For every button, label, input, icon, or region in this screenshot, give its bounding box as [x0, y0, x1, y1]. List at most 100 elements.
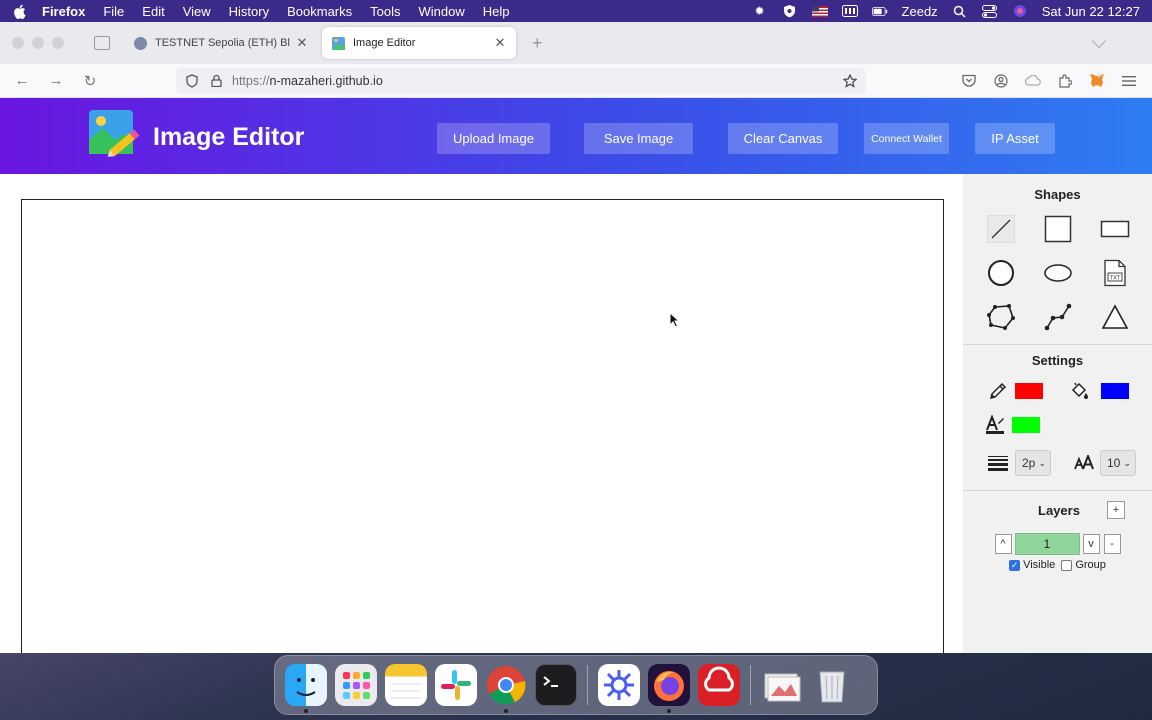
rectangle-tool-icon[interactable] — [1100, 214, 1130, 244]
apple-menu-icon[interactable] — [12, 4, 26, 19]
dock-trash-icon[interactable] — [811, 664, 853, 706]
polyline-tool-icon[interactable] — [1043, 302, 1073, 332]
polygon-tool-icon[interactable] — [986, 302, 1016, 332]
image-editor-favicon-icon — [332, 36, 345, 50]
new-tab-icon[interactable]: + — [532, 33, 543, 54]
menu-bookmarks[interactable]: Bookmarks — [287, 4, 352, 19]
text-color-swatch[interactable] — [1012, 417, 1040, 433]
vpn-icon[interactable] — [782, 4, 798, 18]
square-tool-icon[interactable] — [1043, 214, 1073, 244]
menu-window[interactable]: Window — [419, 4, 465, 19]
siri-icon[interactable] — [1012, 4, 1028, 18]
brightness-icon[interactable]: ✹ — [752, 4, 768, 18]
menu-history[interactable]: History — [229, 4, 269, 19]
color-row — [963, 374, 1152, 408]
dock-notes-icon[interactable] — [385, 664, 427, 706]
save-image-button[interactable]: Save Image — [584, 123, 693, 154]
ip-asset-button[interactable]: IP Asset — [975, 123, 1055, 154]
app-title: Image Editor — [153, 123, 305, 151]
menu-help[interactable]: Help — [483, 4, 510, 19]
clear-canvas-button[interactable]: Clear Canvas — [728, 123, 838, 154]
settings-title: Settings — [1031, 353, 1084, 368]
remove-layer-button[interactable]: - — [1103, 534, 1121, 554]
text-tool-icon[interactable]: TXT — [1100, 258, 1130, 288]
dock-firefox-icon[interactable] — [648, 664, 690, 713]
line-width-select[interactable]: 2p ⌄ — [1015, 450, 1051, 476]
upload-image-button[interactable]: Upload Image — [437, 123, 550, 154]
dock-slack-icon[interactable] — [435, 664, 477, 706]
sidebar-divider — [963, 344, 1152, 345]
menu-view[interactable]: View — [183, 4, 211, 19]
tab-overview-icon[interactable] — [94, 36, 110, 50]
app-menu-icon[interactable] — [1120, 72, 1138, 90]
keyboard-icon[interactable] — [841, 4, 858, 18]
url-scheme: https:// — [232, 73, 270, 88]
visible-label: Visible — [1023, 559, 1056, 571]
menu-tools[interactable]: Tools — [370, 4, 400, 19]
close-tab-icon[interactable]: ✕ — [494, 35, 506, 51]
layers-title: Layers — [1038, 502, 1080, 518]
ellipse-tool-icon[interactable] — [1043, 258, 1073, 288]
dock-creative-cloud-icon[interactable] — [698, 664, 740, 706]
extensions-icon[interactable] — [1056, 72, 1074, 90]
tracking-protection-icon[interactable] — [184, 73, 200, 89]
group-label: Group — [1075, 559, 1106, 571]
layer-down-button[interactable]: v — [1082, 534, 1100, 554]
dock-perplexity-icon[interactable] — [598, 664, 640, 706]
metamask-icon[interactable] — [1088, 72, 1106, 90]
close-tab-icon[interactable]: ✕ — [296, 35, 308, 51]
browser-window: TESTNET Sepolia (ETH) Blockch ✕ Image Ed… — [0, 22, 1152, 653]
visible-checkbox[interactable]: ✓ — [1009, 559, 1021, 571]
dock-downloads-stack-icon[interactable] — [761, 664, 803, 706]
drawing-canvas[interactable] — [21, 199, 944, 653]
layers-header: Layers + — [963, 501, 1152, 519]
back-icon[interactable]: ← — [12, 71, 32, 91]
search-icon[interactable] — [952, 4, 968, 18]
zoom-window-button[interactable] — [52, 37, 64, 49]
user-name[interactable]: Zeedz — [902, 4, 938, 19]
layer-up-button[interactable]: ^ — [994, 534, 1012, 554]
dock-chrome-icon[interactable] — [485, 664, 527, 713]
flag-us-icon[interactable] — [811, 4, 828, 18]
url-bar[interactable]: https://n-mazaheri.github.io — [176, 67, 866, 94]
menu-edit[interactable]: Edit — [142, 4, 164, 19]
svg-text:TXT: TXT — [1108, 276, 1120, 282]
lock-icon[interactable] — [208, 73, 224, 89]
reload-icon[interactable]: ↻ — [80, 71, 100, 91]
pocket-icon[interactable] — [960, 72, 978, 90]
font-size-select[interactable]: 10 ⌄ — [1100, 450, 1136, 476]
group-checkbox[interactable] — [1061, 559, 1073, 571]
menu-app-firefox[interactable]: Firefox — [42, 4, 85, 19]
text-color-icon — [985, 415, 1005, 435]
pencil-icon — [988, 381, 1008, 401]
window-controls — [12, 37, 64, 49]
menubar-clock[interactable]: Sat Jun 22 12:27 — [1042, 4, 1140, 19]
tab-title: Image Editor — [353, 37, 416, 49]
connect-wallet-button[interactable]: Connect Wallet — [864, 123, 949, 154]
dock-terminal-icon[interactable] — [535, 664, 577, 706]
fill-color-swatch[interactable] — [1101, 383, 1129, 399]
tab-testnet-sepolia[interactable]: TESTNET Sepolia (ETH) Blockch ✕ — [124, 27, 318, 59]
menu-file[interactable]: File — [103, 4, 124, 19]
battery-icon[interactable] — [871, 4, 888, 18]
dock-finder-icon[interactable] — [285, 664, 327, 713]
add-layer-button[interactable]: + — [1106, 501, 1125, 519]
mouse-cursor-icon — [669, 312, 681, 328]
minimize-window-button[interactable] — [32, 37, 44, 49]
list-all-tabs-icon[interactable] — [1091, 33, 1107, 49]
stroke-color-swatch[interactable] — [1015, 383, 1043, 399]
layer-name-field[interactable]: 1 — [1014, 533, 1080, 555]
triangle-tool-icon[interactable] — [1100, 302, 1130, 332]
url-text[interactable]: https://n-mazaheri.github.io — [232, 74, 842, 88]
dock-launchpad-icon[interactable] — [335, 664, 377, 706]
close-window-button[interactable] — [12, 37, 24, 49]
forward-icon[interactable]: → — [46, 71, 66, 91]
line-tool-icon[interactable] — [986, 214, 1016, 244]
circle-tool-icon[interactable] — [986, 258, 1016, 288]
tab-image-editor[interactable]: Image Editor ✕ — [322, 27, 516, 59]
sync-icon[interactable] — [1024, 72, 1042, 90]
bookmark-star-icon[interactable] — [842, 73, 858, 89]
account-icon[interactable] — [992, 72, 1010, 90]
running-indicator — [504, 709, 508, 713]
control-center-icon[interactable] — [982, 4, 998, 18]
